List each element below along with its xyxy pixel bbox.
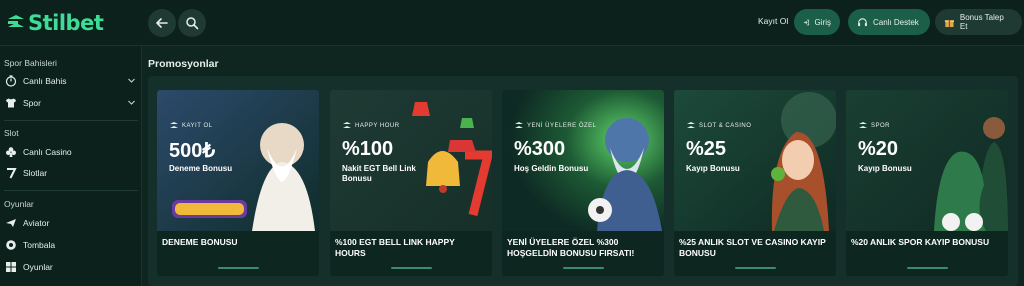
promo-subtitle: Deneme Bonusu	[169, 164, 233, 173]
promo-title: %100 EGT BELL LINK HAPPY HOURS	[335, 237, 455, 258]
promo-underline	[907, 267, 948, 269]
promo-tag: SLOT & CASINO	[686, 121, 751, 131]
promo-title: DENEME BONUSU	[162, 237, 238, 247]
brand-logo[interactable]: Stilbet	[6, 8, 104, 38]
jersey-icon	[4, 97, 17, 110]
promo-tag-text: SLOT & CASINO	[699, 123, 752, 129]
promo-tag-text: SPOR	[871, 123, 891, 129]
sidebar-item-label: Canlı Casino	[23, 147, 72, 157]
sidebar-item-label: Oyunlar	[23, 262, 53, 272]
promo-title: %25 ANLIK SLOT VE CASINO KAYIP BONUSU	[679, 237, 826, 258]
sidebar-item-label: Aviator	[23, 218, 50, 228]
logo-mark-icon	[687, 122, 695, 128]
promo-tag: HAPPY HOUR	[342, 121, 400, 131]
headset-icon	[858, 17, 867, 26]
promo-card[interactable]: HAPPY HOUR %100 Nakit EGT Bell Link Bonu…	[330, 90, 492, 276]
promo-amount: %20	[858, 138, 899, 160]
top-bar: Stilbet Kayıt Ol Giriş Canlı Destek Bonu…	[0, 0, 1024, 46]
promo-card[interactable]: YENİ ÜYELERE ÖZEL %300 Hoş Geldin Bonusu…	[502, 90, 664, 276]
promo-card[interactable]: SPOR %20 Kayıp Bonusu %20 ANLIK SPOR KAY…	[846, 90, 1008, 276]
logo-text: Stilbet	[28, 11, 104, 35]
logo-mark-icon	[859, 122, 867, 128]
sidebar-divider	[4, 190, 138, 191]
logo-mark-icon	[170, 122, 178, 128]
page-title: Promosyonlar	[148, 58, 219, 70]
promo-card[interactable]: SLOT & CASINO %25 Kayıp Bonusu %25 ANLIK…	[674, 90, 836, 276]
sidebar-section-title: Oyunlar	[4, 199, 34, 209]
gift-icon	[944, 19, 954, 27]
promo-tag: KAYIT OL	[169, 121, 212, 131]
sidebar-section-title: Slot	[4, 128, 19, 138]
support-label: Canlı Destek	[873, 17, 919, 27]
sidebar-section-title: Spor Bahisleri	[4, 58, 57, 68]
promo-amount: %300	[514, 138, 566, 160]
live-support-button[interactable]: Canlı Destek	[848, 9, 930, 35]
promo-subtitle: Kayıp Bonusu	[686, 164, 740, 173]
arrow-left-icon	[156, 18, 168, 28]
seven-icon	[4, 167, 17, 180]
promo-amount: %25	[686, 138, 727, 160]
promo-underline	[218, 267, 259, 269]
logo-mark-icon	[6, 13, 26, 33]
search-button[interactable]	[178, 9, 206, 37]
club-icon	[4, 146, 17, 159]
promo-tag-text: KAYIT OL	[182, 123, 213, 129]
register-link[interactable]: Kayıt Ol	[758, 16, 788, 26]
promo-underline	[563, 267, 604, 269]
logo-mark-icon	[343, 122, 351, 128]
sidebar-divider	[4, 120, 138, 121]
login-label: Giriş	[814, 17, 831, 27]
sidebar-item-label: Spor	[23, 98, 41, 108]
logo-mark-icon	[515, 122, 523, 128]
chevron-down-icon[interactable]	[127, 98, 136, 107]
sidebar-item-label: Canlı Bahis	[23, 76, 67, 86]
search-icon	[186, 17, 199, 30]
promo-amount: 500₺	[169, 140, 216, 162]
sidebar-item-tombala[interactable]: Tombala	[4, 236, 138, 254]
promo-amount: %100	[342, 138, 394, 160]
sidebar-item-label: Tombala	[23, 240, 56, 250]
login-icon	[803, 19, 810, 25]
promo-title: %20 ANLIK SPOR KAYIP BONUSU	[851, 237, 990, 247]
promo-tag: YENİ ÜYELERE ÖZEL	[514, 121, 597, 131]
promo-title: YENİ ÜYELERE ÖZEL %300 HOŞGELDİN BONUSU …	[507, 237, 635, 258]
back-button[interactable]	[148, 9, 176, 37]
promo-tag: SPOR	[858, 121, 890, 131]
ball-icon	[4, 239, 17, 252]
sidebar-item-label: Slotlar	[23, 168, 48, 178]
login-button[interactable]: Giriş	[794, 9, 840, 35]
promo-underline	[735, 267, 776, 269]
chevron-down-icon[interactable]	[127, 76, 136, 85]
promo-card[interactable]: KAYIT OL 500₺ Deneme Bonusu DENEME BONUS…	[157, 90, 319, 276]
promo-underline	[391, 267, 432, 269]
sidebar-item-slots[interactable]: Slotlar	[4, 164, 138, 182]
live-bet-icon	[4, 75, 17, 88]
sidebar-item-live-casino[interactable]: Canlı Casino	[4, 143, 138, 161]
promo-tag-text: HAPPY HOUR	[355, 123, 400, 129]
plane-icon	[4, 217, 17, 230]
bonus-request-button[interactable]: Bonus Talep Et	[935, 9, 1022, 35]
promo-subtitle: Hoş Geldin Bonusu	[514, 164, 589, 173]
promo-tag-text: YENİ ÜYELERE ÖZEL	[527, 123, 597, 129]
promo-subtitle: Nakit EGT Bell Link Bonusu	[342, 164, 416, 183]
sidebar-item-games[interactable]: Oyunlar	[4, 258, 138, 276]
promo-subtitle: Kayıp Bonusu	[858, 164, 912, 173]
bonus-request-label: Bonus Talep Et	[959, 13, 1004, 31]
sidebar-item-live-bet[interactable]: Canlı Bahis	[4, 72, 138, 90]
sidebar-item-aviator[interactable]: Aviator	[4, 214, 138, 232]
games-icon	[4, 261, 17, 274]
sidebar-item-sport[interactable]: Spor	[4, 94, 138, 112]
